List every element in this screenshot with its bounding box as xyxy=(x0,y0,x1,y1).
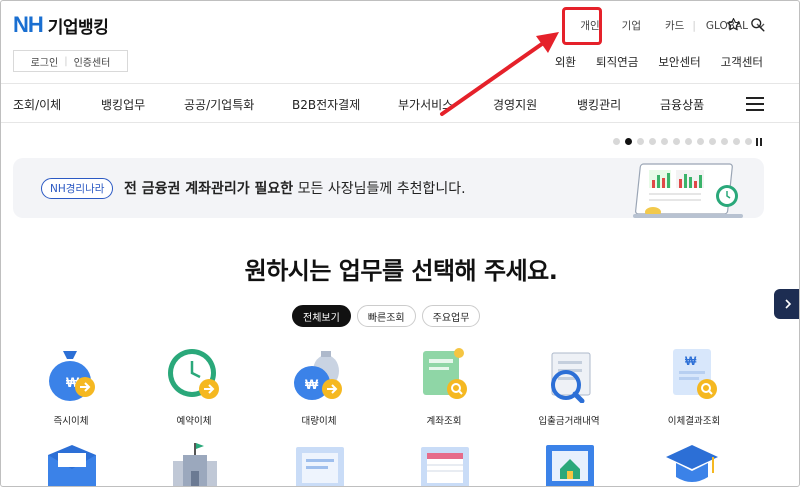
chevron-right-icon xyxy=(784,299,791,309)
logo-name: 기업뱅킹 xyxy=(47,17,109,38)
page-heading: 원하시는 업무를 선택해 주세요. xyxy=(244,257,558,285)
service-instant-transfer[interactable]: ₩ 즉시이체 xyxy=(16,341,126,427)
document-screen-icon[interactable] xyxy=(294,441,346,487)
carousel-dot[interactable] xyxy=(733,138,740,145)
laptop-chart-illustration xyxy=(633,163,743,218)
service-scheduled-transfer[interactable]: 예약이체 xyxy=(139,341,249,427)
tab-all[interactable]: 전체보기 xyxy=(292,305,351,327)
forex-link[interactable]: 외환 xyxy=(555,54,576,70)
browser-frame: NH 기업뱅킹 로그인 | 인증센터 개인 기업 카드 | GLOBAL 외환 … xyxy=(0,0,800,487)
graduation-cap-icon[interactable] xyxy=(664,441,720,487)
service-label: 이체결과조회 xyxy=(667,416,721,427)
promo-banner[interactable]: NH경리나라 전 금융권 계좌관리가 필요한 모든 사장님들께 추천합니다. xyxy=(13,158,764,218)
carousel-dot[interactable] xyxy=(745,138,752,145)
pause-icon[interactable] xyxy=(756,138,762,146)
service-account-inquiry[interactable]: 계좌조회 xyxy=(389,341,499,427)
login-link[interactable]: 로그인 xyxy=(31,54,59,69)
carousel-dot[interactable] xyxy=(613,138,620,145)
nav-additional-services[interactable]: 부가서비스 xyxy=(398,96,453,113)
money-bags-transfer-icon: ₩ xyxy=(294,351,342,400)
carousel-dot[interactable] xyxy=(685,138,692,145)
login-box: 로그인 | 인증센터 xyxy=(13,50,128,72)
divider: | xyxy=(692,19,696,32)
business-highlight-box xyxy=(562,7,602,45)
star-icon[interactable] xyxy=(726,17,741,32)
side-panel-toggle[interactable] xyxy=(774,289,799,319)
security-center-link[interactable]: 보안센터 xyxy=(658,54,700,70)
svg-text:₩: ₩ xyxy=(305,376,319,392)
customer-center-link[interactable]: 고객센터 xyxy=(721,54,763,70)
main-nav: 조회/이체 뱅킹업무 공공/기업특화 B2B전자결제 부가서비스 경영지원 뱅킹… xyxy=(1,83,799,123)
account-search-icon xyxy=(423,348,467,399)
service-label: 예약이체 xyxy=(176,416,212,427)
business-link[interactable]: 기업 xyxy=(622,18,641,33)
transaction-history-icon xyxy=(551,352,591,403)
banner-bold-text: 전 금융권 계좌관리가 필요한 xyxy=(124,181,294,197)
pension-link[interactable]: 퇴직연금 xyxy=(596,54,638,70)
tab-quick-inquiry[interactable]: 빠른조회 xyxy=(356,305,416,327)
service-label: 계좌조회 xyxy=(426,416,462,427)
svg-text:₩: ₩ xyxy=(685,354,697,368)
menu-icon[interactable] xyxy=(746,97,764,111)
service-transaction-history[interactable]: 입출금거래내역 xyxy=(514,341,624,427)
service-label: 즉시이체 xyxy=(53,416,89,427)
nav-management-support[interactable]: 경영지원 xyxy=(493,96,537,113)
nav-public-business[interactable]: 공공/기업특화 xyxy=(184,96,254,113)
carousel-dot[interactable] xyxy=(721,138,728,145)
carousel-dot[interactable] xyxy=(649,138,656,145)
service-transfer-result[interactable]: ₩ 이체결과조회 xyxy=(639,341,749,427)
carousel-dot[interactable] xyxy=(709,138,716,145)
carousel-dot[interactable] xyxy=(661,138,668,145)
banner-pill: NH경리나라 xyxy=(41,178,114,199)
logo[interactable]: NH 기업뱅킹 xyxy=(13,12,109,38)
carousel-dot[interactable] xyxy=(625,138,632,145)
envelope-icon[interactable] xyxy=(46,441,98,487)
home-screen-icon[interactable] xyxy=(544,441,596,487)
banner-rest-text: 모든 사장님들께 추천합니다. xyxy=(293,181,466,197)
building-icon[interactable] xyxy=(169,441,221,487)
money-bag-transfer-icon: ₩ xyxy=(49,351,95,401)
filter-tabs: 전체보기 빠른조회 주요업무 xyxy=(292,305,481,327)
divider: | xyxy=(64,55,68,67)
cert-center-link[interactable]: 인증센터 xyxy=(74,54,111,69)
nav-b2b-payment[interactable]: B2B전자결제 xyxy=(292,96,360,113)
service-label: 대량이체 xyxy=(301,416,337,427)
sub-utility-menu: 외환 퇴직연금 보안센터 고객센터 xyxy=(555,54,763,70)
nav-financial-products[interactable]: 금융상품 xyxy=(660,96,704,113)
logo-nh: NH xyxy=(13,12,44,37)
service-label: 입출금거래내역 xyxy=(538,416,600,427)
table-screen-icon[interactable] xyxy=(419,441,471,487)
search-icon[interactable] xyxy=(750,17,765,32)
tab-main-tasks[interactable]: 주요업무 xyxy=(421,305,481,327)
card-link[interactable]: 카드 xyxy=(665,18,684,33)
carousel-dot[interactable] xyxy=(637,138,644,145)
carousel-dot[interactable] xyxy=(697,138,704,145)
banner-text: 전 금융권 계좌관리가 필요한 모든 사장님들께 추천합니다. xyxy=(124,178,466,198)
clock-transfer-icon xyxy=(168,349,219,399)
nav-banking-management[interactable]: 뱅킹관리 xyxy=(577,96,621,113)
carousel-dot[interactable] xyxy=(673,138,680,145)
nav-inquiry-transfer[interactable]: 조회/이체 xyxy=(13,96,61,113)
carousel-indicator xyxy=(613,138,752,145)
transfer-result-search-icon: ₩ xyxy=(673,349,717,399)
service-bulk-transfer[interactable]: ₩ 대량이체 xyxy=(264,341,374,427)
nav-banking[interactable]: 뱅킹업무 xyxy=(101,96,145,113)
